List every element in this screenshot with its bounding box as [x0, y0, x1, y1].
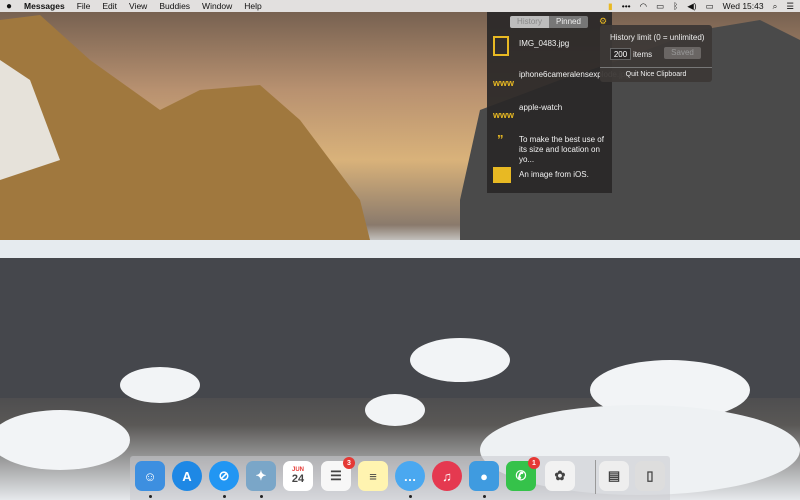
- clipboard-menu-icon[interactable]: ▮: [608, 1, 613, 12]
- clock[interactable]: Wed 15:43: [723, 1, 764, 11]
- menu-window[interactable]: Window: [196, 1, 238, 11]
- apple-menu-icon[interactable]: ●: [0, 1, 18, 12]
- running-indicator: [409, 495, 412, 498]
- quit-button[interactable]: Quit Nice Clipboard: [600, 71, 712, 78]
- dock-trash[interactable]: ▯: [635, 461, 665, 491]
- dock-finder[interactable]: ☺: [135, 461, 165, 491]
- notification-badge: 3: [343, 457, 355, 469]
- tab-history[interactable]: History: [510, 16, 549, 28]
- bluetooth-icon[interactable]: ᛒ: [673, 1, 678, 11]
- clipboard-item[interactable]: www iphone6cameralensexplode.jpg: [487, 70, 630, 100]
- battery-icon[interactable]: ▭: [706, 1, 714, 12]
- clipboard-item[interactable]: IMG_0483.jpg: [487, 36, 612, 66]
- dock-tweetbot[interactable]: ●: [469, 461, 499, 491]
- calendar-month: JUN: [291, 467, 304, 473]
- history-limit-input[interactable]: [610, 48, 631, 60]
- dock-itunes[interactable]: ♫: [432, 461, 462, 491]
- running-indicator: [149, 495, 152, 498]
- notification-center-icon[interactable]: ☰: [786, 1, 794, 12]
- more-icon[interactable]: •••: [622, 1, 631, 11]
- menu-buddies[interactable]: Buddies: [153, 1, 196, 11]
- items-label: items: [633, 50, 653, 59]
- menu-app-name[interactable]: Messages: [18, 1, 71, 11]
- wifi-icon[interactable]: ◠: [640, 1, 647, 12]
- dock-reminders[interactable]: ☰ 3: [321, 457, 355, 491]
- dock-document[interactable]: ▤: [599, 461, 629, 491]
- clipboard-item[interactable]: ” To make the best use of its size and l…: [487, 132, 612, 164]
- dock-app-store[interactable]: A: [172, 461, 202, 491]
- running-indicator: [260, 495, 263, 498]
- spotlight-icon[interactable]: ⌕: [773, 1, 778, 12]
- display-icon[interactable]: ▭: [656, 1, 664, 12]
- notification-badge: 1: [528, 457, 540, 469]
- settings-gear-icon[interactable]: ⚙: [599, 16, 607, 27]
- file-icon: [493, 36, 509, 56]
- menu-file[interactable]: File: [71, 1, 97, 11]
- dock-facetime[interactable]: ✆ 1: [506, 457, 540, 491]
- volume-icon[interactable]: ◀): [687, 1, 696, 12]
- clipboard-panel: History Pinned IMG_0483.jpg www iphone6c…: [487, 12, 630, 193]
- tab-pinned[interactable]: Pinned: [549, 16, 588, 28]
- clipboard-item[interactable]: www apple-watch: [487, 102, 612, 132]
- www-icon: www: [493, 78, 515, 88]
- dock-preview[interactable]: ✦: [246, 461, 276, 491]
- dock-calendar[interactable]: JUN 24: [283, 461, 313, 491]
- dock-messages[interactable]: …: [395, 461, 425, 491]
- menu-edit[interactable]: Edit: [96, 1, 123, 11]
- running-indicator: [223, 495, 226, 498]
- dock-photos[interactable]: ✿: [545, 461, 575, 491]
- settings-popover: History limit (0 = unlimited) items Save…: [600, 25, 712, 82]
- dock-divider: [595, 460, 596, 494]
- clipboard-item[interactable]: An image from iOS.: [487, 167, 612, 197]
- quote-icon: ”: [497, 132, 504, 147]
- dock: ☺ A ⊘ ✦ JUN 24 ☰ 3 ≡… ♫ ● ✆ 1 ✿ ▤ ▯: [130, 456, 670, 500]
- saved-button[interactable]: Saved: [664, 47, 701, 59]
- dock-notes[interactable]: ≡: [358, 461, 388, 491]
- menu-bar: ● Messages File Edit View Buddies Window…: [0, 0, 800, 12]
- dock-safari[interactable]: ⊘: [209, 461, 239, 491]
- menu-view[interactable]: View: [123, 1, 153, 11]
- running-indicator: [483, 495, 486, 498]
- history-limit-label: History limit (0 = unlimited): [610, 33, 705, 42]
- image-icon: [493, 167, 511, 183]
- menu-help[interactable]: Help: [238, 1, 267, 11]
- www-icon: www: [493, 110, 515, 120]
